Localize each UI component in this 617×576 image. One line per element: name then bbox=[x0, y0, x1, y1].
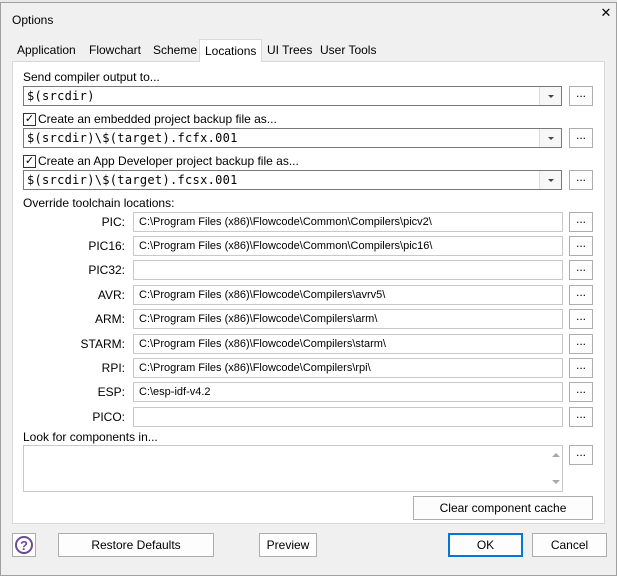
appdev-backup-combo[interactable]: $(srcdir)\$(target).fcsx.001 bbox=[23, 170, 562, 190]
toolchain-browse-starm[interactable]: ... bbox=[569, 334, 593, 354]
toolchain-browse-pico[interactable]: ... bbox=[569, 407, 593, 427]
tab-locations[interactable]: Locations bbox=[199, 39, 263, 62]
toolchain-path-arm[interactable]: C:\Program Files (x86)\Flowcode\Compiler… bbox=[133, 309, 563, 329]
toolchain-label-pic16: PIC16: bbox=[88, 239, 125, 253]
toolchain-path-starm[interactable]: C:\Program Files (x86)\Flowcode\Compiler… bbox=[133, 334, 563, 354]
toolchain-label-avr: AVR: bbox=[97, 288, 125, 302]
toolchain-label-pic: PIC: bbox=[101, 215, 125, 229]
override-toolchain-label: Override toolchain locations: bbox=[23, 196, 175, 210]
toolchain-browse-rpi[interactable]: ... bbox=[569, 358, 593, 378]
appdev-backup-checkbox[interactable]: ✓ bbox=[23, 155, 36, 168]
appdev-backup-value: $(srcdir)\$(target).fcsx.001 bbox=[27, 173, 238, 187]
compiler-output-browse-button[interactable]: ... bbox=[569, 86, 593, 106]
appdev-backup-browse-button[interactable]: ... bbox=[569, 170, 593, 190]
compiler-output-label: Send compiler output to... bbox=[23, 70, 160, 84]
appdev-backup-label: Create an App Developer project backup f… bbox=[38, 154, 299, 168]
components-browse-button[interactable]: ... bbox=[569, 445, 593, 465]
toolchain-label-pico: PICO: bbox=[92, 410, 125, 424]
toolchain-browse-arm[interactable]: ... bbox=[569, 309, 593, 329]
scroll-up-icon[interactable] bbox=[552, 453, 560, 457]
scroll-down-icon[interactable] bbox=[552, 480, 560, 484]
toolchain-browse-pic[interactable]: ... bbox=[569, 212, 593, 232]
toolchain-path-pico[interactable] bbox=[133, 407, 563, 427]
clear-component-cache-button[interactable]: Clear component cache bbox=[413, 496, 593, 520]
help-button[interactable]: ? bbox=[12, 533, 36, 557]
tab-scheme[interactable]: Scheme bbox=[148, 41, 202, 61]
toolchain-path-pic32[interactable] bbox=[133, 260, 563, 280]
components-label: Look for components in... bbox=[23, 430, 158, 444]
ok-button[interactable]: OK bbox=[448, 533, 523, 557]
close-icon[interactable]: ✕ bbox=[598, 5, 614, 21]
toolchain-path-rpi[interactable]: C:\Program Files (x86)\Flowcode\Compiler… bbox=[133, 358, 563, 378]
toolchain-browse-pic16[interactable]: ... bbox=[569, 236, 593, 256]
toolchain-label-arm: ARM: bbox=[95, 312, 125, 326]
tab-application[interactable]: Application bbox=[12, 41, 81, 61]
chevron-down-icon[interactable] bbox=[539, 129, 561, 147]
compiler-output-value: $(srcdir) bbox=[27, 89, 95, 103]
toolchain-path-avr[interactable]: C:\Program Files (x86)\Flowcode\Compiler… bbox=[133, 285, 563, 305]
toolchain-label-starm: STARM: bbox=[80, 337, 125, 351]
embedded-backup-combo[interactable]: $(srcdir)\$(target).fcfx.001 bbox=[23, 128, 562, 148]
chevron-down-icon[interactable] bbox=[539, 171, 561, 189]
toolchain-path-pic[interactable]: C:\Program Files (x86)\Flowcode\Common\C… bbox=[133, 212, 563, 232]
help-icon: ? bbox=[15, 536, 33, 554]
embedded-backup-checkbox[interactable]: ✓ bbox=[23, 113, 36, 126]
dialog-title: Options bbox=[12, 13, 54, 27]
toolchain-path-esp[interactable]: C:\esp-idf-v4.2 bbox=[133, 382, 563, 402]
embedded-backup-value: $(srcdir)\$(target).fcfx.001 bbox=[27, 131, 238, 145]
compiler-output-combo[interactable]: $(srcdir) bbox=[23, 86, 562, 106]
chevron-down-icon[interactable] bbox=[539, 87, 561, 105]
toolchain-label-esp: ESP: bbox=[97, 385, 125, 399]
tab-flowchart[interactable]: Flowchart bbox=[84, 41, 146, 61]
embedded-backup-label: Create an embedded project backup file a… bbox=[38, 112, 277, 126]
toolchain-label-rpi: RPI: bbox=[101, 361, 125, 375]
components-textarea[interactable] bbox=[23, 445, 563, 492]
toolchain-browse-avr[interactable]: ... bbox=[569, 285, 593, 305]
embedded-backup-browse-button[interactable]: ... bbox=[569, 128, 593, 148]
toolchain-browse-esp[interactable]: ... bbox=[569, 382, 593, 402]
toolchain-path-pic16[interactable]: C:\Program Files (x86)\Flowcode\Common\C… bbox=[133, 236, 563, 256]
tab-user-tools[interactable]: User Tools bbox=[315, 41, 381, 61]
cancel-button[interactable]: Cancel bbox=[532, 533, 607, 557]
toolchain-browse-pic32[interactable]: ... bbox=[569, 260, 593, 280]
preview-button[interactable]: Preview bbox=[259, 533, 317, 557]
restore-defaults-button[interactable]: Restore Defaults bbox=[58, 533, 214, 557]
tab-ui-trees[interactable]: UI Trees bbox=[262, 41, 317, 61]
toolchain-label-pic32: PIC32: bbox=[88, 263, 125, 277]
